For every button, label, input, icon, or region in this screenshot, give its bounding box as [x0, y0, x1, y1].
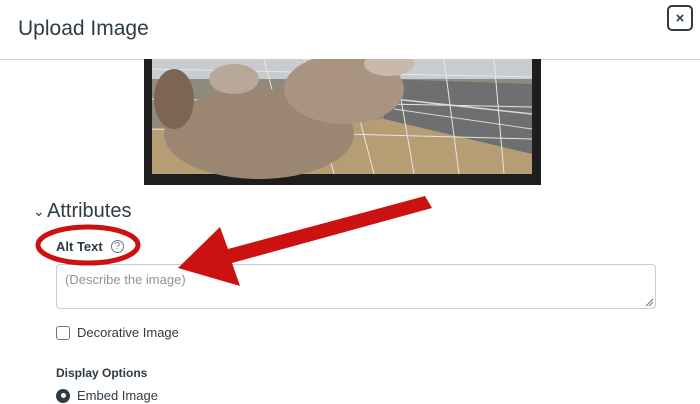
dialog-title: Upload Image: [18, 17, 149, 40]
decorative-image-label: Decorative Image: [77, 325, 179, 340]
attributes-heading: Attributes: [47, 200, 132, 222]
dialog-header: Upload Image ×: [0, 0, 700, 60]
image-preview: [144, 59, 541, 185]
alt-text-input[interactable]: [56, 264, 656, 309]
decorative-image-option[interactable]: Decorative Image: [56, 325, 179, 340]
question-circle-icon[interactable]: ?: [110, 240, 124, 253]
close-button[interactable]: ×: [667, 5, 693, 31]
chevron-down-icon: ⌄: [33, 203, 45, 219]
decorative-image-checkbox[interactable]: [56, 325, 70, 340]
embed-image-label: Embed Image: [77, 388, 158, 403]
resize-grip-icon[interactable]: [645, 298, 654, 307]
embed-image-option[interactable]: Embed Image: [56, 388, 158, 403]
display-options-label: Display Options: [56, 366, 148, 380]
alt-text-label-text: Alt Text: [56, 239, 103, 254]
embed-image-radio[interactable]: [56, 388, 70, 403]
alt-text-label: Alt Text ?: [56, 239, 124, 254]
close-icon: ×: [675, 9, 685, 27]
attributes-toggle[interactable]: ⌄ Attributes: [33, 200, 131, 223]
